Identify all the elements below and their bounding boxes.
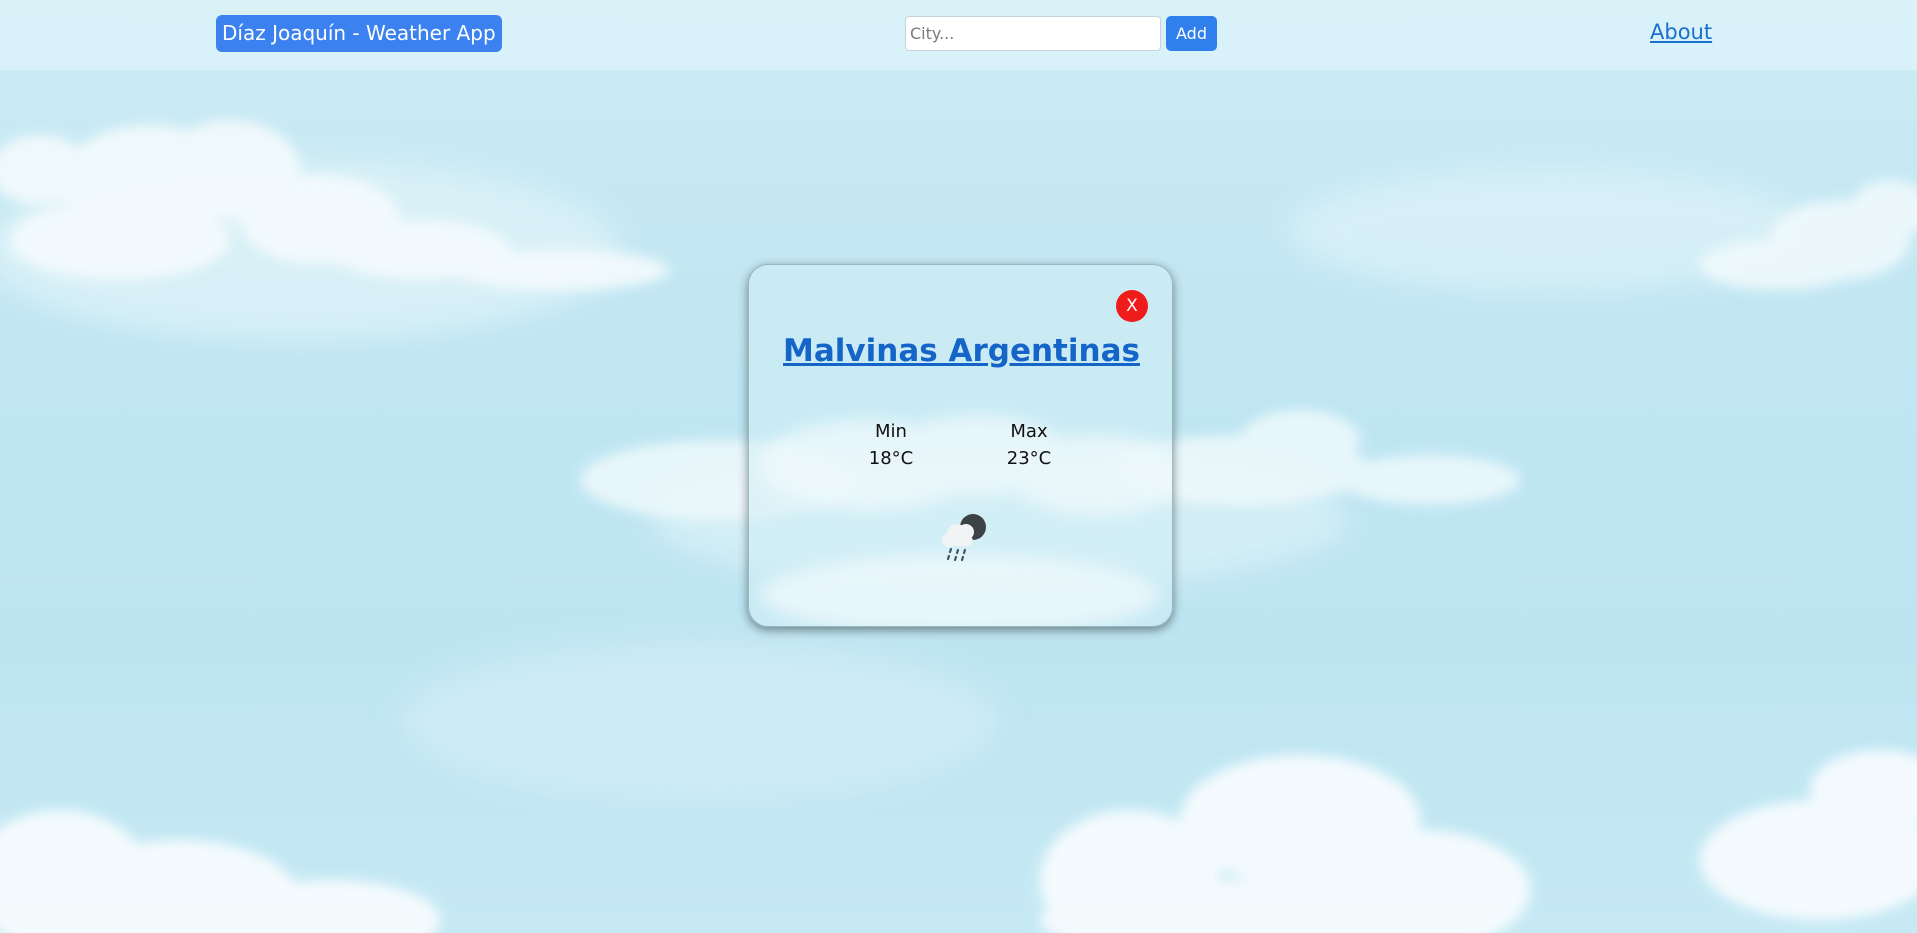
about-link[interactable]: About bbox=[1650, 20, 1712, 44]
max-label: Max bbox=[1010, 421, 1048, 442]
close-card-button[interactable]: X bbox=[1116, 290, 1148, 322]
brand-button[interactable]: Díaz Joaquín - Weather App bbox=[216, 15, 502, 52]
max-value: 23°C bbox=[1006, 448, 1052, 469]
max-temperature: Max 23°C bbox=[989, 418, 1069, 472]
min-label: Min bbox=[875, 421, 907, 442]
city-weather-card: X Malvinas Argentinas Min 18°C Max 23°C bbox=[748, 264, 1173, 627]
cloud-rain-moon-icon bbox=[942, 514, 986, 562]
min-value: 18°C bbox=[868, 448, 914, 469]
weather-app-page: Díaz Joaquín - Weather App Add About X M… bbox=[0, 0, 1917, 933]
top-navbar: Díaz Joaquín - Weather App Add About bbox=[0, 0, 1917, 70]
city-name-link[interactable]: Malvinas Argentinas bbox=[749, 333, 1172, 369]
card-cloud-backdrop bbox=[759, 415, 1172, 626]
city-search-input[interactable] bbox=[905, 16, 1161, 51]
add-city-button[interactable]: Add bbox=[1166, 16, 1217, 51]
min-temperature: Min 18°C bbox=[851, 418, 931, 472]
